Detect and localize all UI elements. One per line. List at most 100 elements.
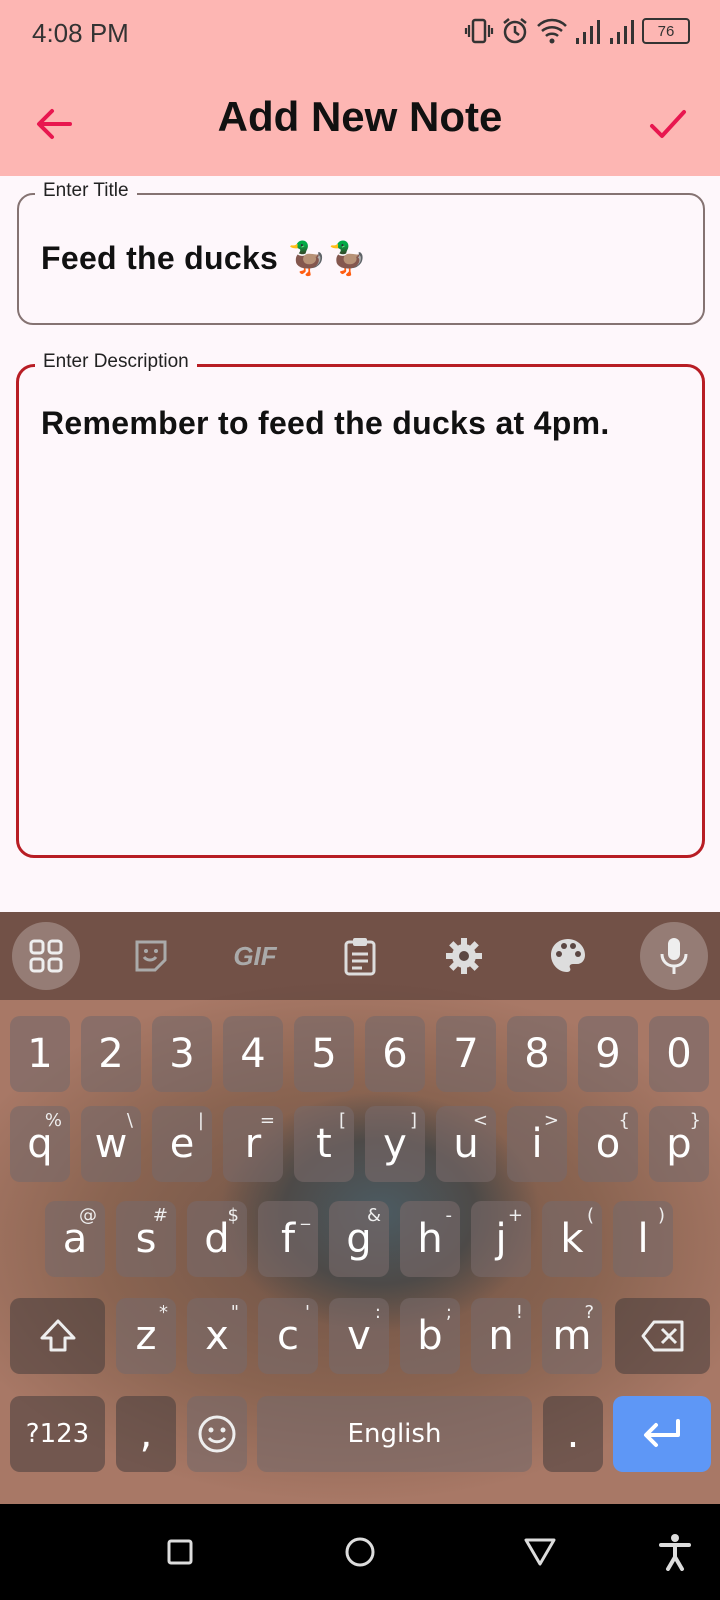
recents-square-icon[interactable] <box>160 1532 200 1572</box>
wifi-icon <box>537 18 567 44</box>
key-x-label: x <box>205 1313 229 1359</box>
key-e-alt-label: | <box>197 1110 204 1131</box>
key-y[interactable]: y] <box>365 1106 425 1182</box>
key-z[interactable]: z * <box>116 1298 176 1374</box>
key-o[interactable]: o{ <box>578 1106 638 1182</box>
key-9[interactable]: 9 <box>578 1016 638 1092</box>
key-3-label: 3 <box>169 1031 195 1077</box>
key-c[interactable]: c ' <box>258 1298 318 1374</box>
key-z-label: z <box>135 1313 157 1359</box>
key-2[interactable]: 2 <box>81 1016 141 1092</box>
key-n-label: n <box>488 1313 514 1359</box>
key-f[interactable]: f _ <box>258 1201 318 1277</box>
key-e[interactable]: e | <box>152 1106 212 1182</box>
key-7-label: 7 <box>453 1031 479 1077</box>
comma-key-label: , <box>139 1411 153 1457</box>
description-field[interactable]: Enter Description Remember to feed the d… <box>16 351 705 858</box>
key-m[interactable]: m? <box>542 1298 602 1374</box>
key-b-alt-label: ; <box>445 1302 452 1323</box>
key-v[interactable]: v: <box>329 1298 389 1374</box>
key-t[interactable]: t[ <box>294 1106 354 1182</box>
key-5[interactable]: 5 <box>294 1016 354 1092</box>
key-q-alt-label: % <box>44 1110 62 1131</box>
key-i[interactable]: i > <box>507 1106 567 1182</box>
key-l[interactable]: l) <box>613 1201 673 1277</box>
signal-icon <box>576 20 600 44</box>
gif-icon[interactable]: GIF <box>221 922 289 990</box>
key-i-alt-label: > <box>543 1110 559 1131</box>
backspace-key[interactable] <box>615 1298 710 1374</box>
key-p-alt-label: } <box>689 1110 701 1131</box>
key-v-alt-label: : <box>374 1302 381 1323</box>
key-1-label: 1 <box>27 1031 53 1077</box>
key-x-alt-label: " <box>230 1302 239 1323</box>
key-x[interactable]: x " <box>187 1298 247 1374</box>
back-triangle-icon[interactable] <box>520 1532 560 1572</box>
signal-icon <box>610 20 634 44</box>
key-u[interactable]: u < <box>436 1106 496 1182</box>
key-k[interactable]: k( <box>542 1201 602 1277</box>
comma-key[interactable]: , <box>116 1396 176 1472</box>
apps-grid-icon[interactable] <box>12 922 80 990</box>
save-button[interactable] <box>640 96 696 152</box>
key-j[interactable]: j + <box>471 1201 531 1277</box>
space-key[interactable]: English <box>257 1396 532 1472</box>
title-field[interactable]: Enter Title Feed the ducks 🦆🦆 <box>17 180 705 325</box>
emoji-key[interactable] <box>187 1396 247 1472</box>
emoji-icon <box>198 1415 236 1453</box>
sticker-icon[interactable] <box>117 922 185 990</box>
key-n[interactable]: n! <box>471 1298 531 1374</box>
key-4-label: 4 <box>240 1031 266 1077</box>
key-i-label: i <box>531 1121 543 1167</box>
title-field-label: Enter Title <box>35 180 137 202</box>
key-z-alt-label: * <box>159 1302 168 1323</box>
key-4[interactable]: 4 <box>223 1016 283 1092</box>
microphone-icon[interactable] <box>640 922 708 990</box>
palette-icon[interactable] <box>534 922 602 990</box>
enter-key[interactable] <box>613 1396 711 1472</box>
key-p[interactable]: p} <box>649 1106 709 1182</box>
key-b-label: b <box>417 1313 443 1359</box>
shift-key[interactable] <box>10 1298 105 1374</box>
key-8[interactable]: 8 <box>507 1016 567 1092</box>
status-bar: 4:08 PM 76 <box>0 0 720 66</box>
key-6-label: 6 <box>382 1031 408 1077</box>
space-key-label: English <box>347 1419 442 1449</box>
key-r-label: r <box>244 1121 262 1167</box>
enter-icon <box>644 1419 680 1447</box>
key-m-alt-label: ? <box>584 1302 594 1323</box>
key-d-alt-label: $ <box>227 1205 239 1226</box>
key-q[interactable]: q% <box>10 1106 70 1182</box>
key-a-alt-label: @ <box>79 1205 97 1226</box>
symbols-key[interactable]: ?123 <box>10 1396 105 1472</box>
key-9-label: 9 <box>595 1031 621 1077</box>
shift-icon <box>40 1319 75 1352</box>
home-circle-icon[interactable] <box>340 1532 380 1572</box>
key-0[interactable]: 0 <box>649 1016 709 1092</box>
key-a[interactable]: a @ <box>45 1201 105 1277</box>
key-t-label: t <box>316 1121 332 1167</box>
key-s[interactable]: s # <box>116 1201 176 1277</box>
key-r[interactable]: r = <box>223 1106 283 1182</box>
key-g-alt-label: & <box>366 1205 381 1226</box>
key-k-alt-label: ( <box>586 1205 594 1226</box>
key-d[interactable]: d $ <box>187 1201 247 1277</box>
clipboard-icon[interactable] <box>326 922 394 990</box>
key-6[interactable]: 6 <box>365 1016 425 1092</box>
key-7[interactable]: 7 <box>436 1016 496 1092</box>
vibrate-icon <box>464 18 494 44</box>
check-icon <box>650 110 686 138</box>
key-1[interactable]: 1 <box>10 1016 70 1092</box>
keyboard: GIF 1 2 3 4 5 6 7 8 9 0 q% w \ e | r = t[y] u < i > o{p} a @ s # d $… <box>0 912 720 1504</box>
accessibility-icon[interactable] <box>655 1532 695 1572</box>
period-key[interactable]: . <box>543 1396 603 1472</box>
key-g[interactable]: g & <box>329 1201 389 1277</box>
key-k-label: k <box>560 1216 584 1262</box>
key-w[interactable]: w \ <box>81 1106 141 1182</box>
key-b[interactable]: b; <box>400 1298 460 1374</box>
key-f-alt-label: _ <box>301 1205 310 1226</box>
key-3[interactable]: 3 <box>152 1016 212 1092</box>
key-c-alt-label: ' <box>305 1302 310 1323</box>
settings-icon[interactable] <box>430 922 498 990</box>
key-h[interactable]: h- <box>400 1201 460 1277</box>
